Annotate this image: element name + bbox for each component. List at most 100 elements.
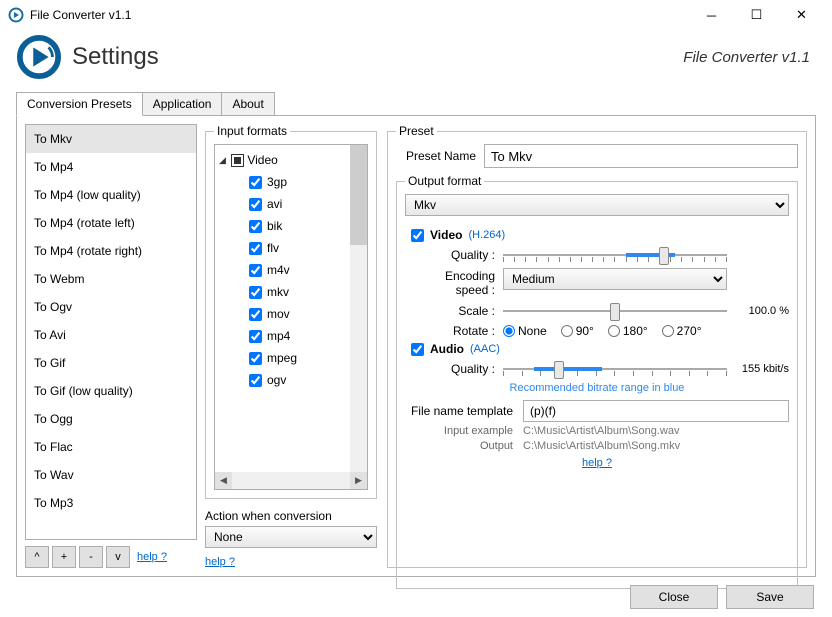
tab-bar: Conversion Presets Application About xyxy=(0,92,832,116)
input-formats-group: Input formats ◢ Video 3gp avi bik flv m4… xyxy=(205,124,377,499)
list-item[interactable]: To Webm xyxy=(26,265,196,293)
list-item[interactable]: To Wav xyxy=(26,461,196,489)
format-checkbox[interactable] xyxy=(249,308,262,321)
scale-label: Scale : xyxy=(411,304,503,318)
window-title: File Converter v1.1 xyxy=(30,8,689,22)
tab-conversion-presets[interactable]: Conversion Presets xyxy=(16,92,143,116)
format-checkbox[interactable] xyxy=(249,242,262,255)
video-quality-slider[interactable] xyxy=(503,245,727,265)
format-checkbox[interactable] xyxy=(249,330,262,343)
output-example-value: C:\Music\Artist\Album\Song.mkv xyxy=(523,440,789,452)
list-item[interactable]: To Ogv xyxy=(26,293,196,321)
list-item[interactable]: To Mp4 (rotate right) xyxy=(26,237,196,265)
output-example-label: Output xyxy=(405,440,523,452)
format-tree[interactable]: ◢ Video 3gp avi bik flv m4v mkv mov mp4 … xyxy=(214,144,368,490)
list-item[interactable]: To Mp4 (low quality) xyxy=(26,181,196,209)
main-panel: To Mkv To Mp4 To Mp4 (low quality) To Mp… xyxy=(16,115,816,577)
preset-name-input[interactable] xyxy=(484,144,798,168)
preset-column: Preset Preset Name Output format Mkv Vid… xyxy=(387,124,807,568)
tree-root[interactable]: ◢ Video xyxy=(219,149,367,171)
move-up-button[interactable]: ^ xyxy=(25,546,49,568)
action-select[interactable]: None xyxy=(205,526,377,548)
add-preset-button[interactable]: + xyxy=(52,546,76,568)
audio-enable-checkbox[interactable] xyxy=(411,343,424,356)
preset-list-buttons: ^ + - v help ? xyxy=(25,546,197,568)
format-checkbox[interactable] xyxy=(249,352,262,365)
save-button[interactable]: Save xyxy=(726,585,814,609)
list-item[interactable]: To Mp3 xyxy=(26,489,196,517)
rotate-none[interactable]: None xyxy=(503,324,547,338)
list-item[interactable]: To Mp4 xyxy=(26,153,196,181)
scale-value: 100.0 % xyxy=(727,305,789,317)
list-item[interactable]: To Mkv xyxy=(26,125,196,153)
format-checkbox[interactable] xyxy=(249,264,262,277)
list-item[interactable]: To Avi xyxy=(26,321,196,349)
video-quality-label: Quality : xyxy=(411,248,503,262)
brand-label: File Converter v1.1 xyxy=(159,49,816,66)
rotate-270[interactable]: 270° xyxy=(662,324,702,338)
format-checkbox[interactable] xyxy=(249,220,262,233)
tree-item[interactable]: 3gp xyxy=(219,171,367,193)
input-example-label: Input example xyxy=(405,425,523,437)
tree-item[interactable]: avi xyxy=(219,193,367,215)
list-item[interactable]: To Ogg xyxy=(26,405,196,433)
remove-preset-button[interactable]: - xyxy=(79,546,103,568)
encoding-speed-label: Encoding speed : xyxy=(411,269,503,297)
logo-icon xyxy=(16,34,62,80)
audio-quality-value: 155 kbit/s xyxy=(727,363,789,375)
help-link[interactable]: help ? xyxy=(205,556,235,568)
rotate-90[interactable]: 90° xyxy=(561,324,594,338)
audio-codec: (AAC) xyxy=(470,343,500,355)
checkbox-mixed-icon[interactable] xyxy=(231,154,244,167)
audio-quality-slider[interactable] xyxy=(503,359,727,379)
right-area: Input formats ◢ Video 3gp avi bik flv m4… xyxy=(205,124,807,568)
format-checkbox[interactable] xyxy=(249,286,262,299)
tree-item[interactable]: mov xyxy=(219,303,367,325)
rotate-180[interactable]: 180° xyxy=(608,324,648,338)
format-checkbox[interactable] xyxy=(249,374,262,387)
output-format-legend: Output format xyxy=(405,174,484,188)
tree-item[interactable]: bik xyxy=(219,215,367,237)
close-window-button[interactable]: ✕ xyxy=(779,1,824,29)
output-format-group: Output format Mkv Video (H.264) Quality … xyxy=(396,174,798,589)
tree-item[interactable]: ogv xyxy=(219,369,367,391)
audio-category: Audio (AAC) xyxy=(411,342,789,356)
tree-item[interactable]: m4v xyxy=(219,259,367,281)
format-checkbox[interactable] xyxy=(249,176,262,189)
rotate-radios: None 90° 180° 270° xyxy=(503,324,702,338)
preset-list[interactable]: To Mkv To Mp4 To Mp4 (low quality) To Mp… xyxy=(25,124,197,540)
input-example-value: C:\Music\Artist\Album\Song.wav xyxy=(523,425,789,437)
tab-application[interactable]: Application xyxy=(142,92,223,116)
tab-about[interactable]: About xyxy=(221,92,274,116)
format-checkbox[interactable] xyxy=(249,198,262,211)
app-icon xyxy=(8,7,24,23)
preset-legend: Preset xyxy=(396,124,437,138)
maximize-button[interactable]: ☐ xyxy=(734,1,779,29)
tree-item[interactable]: mp4 xyxy=(219,325,367,347)
tree-item[interactable]: flv xyxy=(219,237,367,259)
tree-item[interactable]: mkv xyxy=(219,281,367,303)
video-enable-checkbox[interactable] xyxy=(411,229,424,242)
preset-group: Preset Preset Name Output format Mkv Vid… xyxy=(387,124,807,568)
help-link[interactable]: help ? xyxy=(582,457,612,469)
audio-label: Audio xyxy=(430,342,464,356)
file-template-area: File name template Input example C:\Musi… xyxy=(405,400,789,469)
list-item[interactable]: To Gif xyxy=(26,349,196,377)
help-link[interactable]: help ? xyxy=(137,551,167,563)
horizontal-scrollbar[interactable]: ◀▶ xyxy=(215,472,367,489)
close-button[interactable]: Close xyxy=(630,585,718,609)
list-item[interactable]: To Mp4 (rotate left) xyxy=(26,209,196,237)
encoding-speed-select[interactable]: Medium xyxy=(503,268,727,290)
list-item[interactable]: To Gif (low quality) xyxy=(26,377,196,405)
scale-slider[interactable] xyxy=(503,301,727,321)
template-input[interactable] xyxy=(523,400,789,422)
tree-item[interactable]: mpeg xyxy=(219,347,367,369)
minimize-button[interactable]: ─ xyxy=(689,1,734,29)
rotate-label: Rotate : xyxy=(411,324,503,338)
vertical-scrollbar[interactable] xyxy=(350,145,367,472)
audio-quality-label: Quality : xyxy=(411,362,503,376)
output-format-select[interactable]: Mkv xyxy=(405,194,789,216)
move-down-button[interactable]: v xyxy=(106,546,130,568)
page-title: Settings xyxy=(72,43,159,71)
list-item[interactable]: To Flac xyxy=(26,433,196,461)
